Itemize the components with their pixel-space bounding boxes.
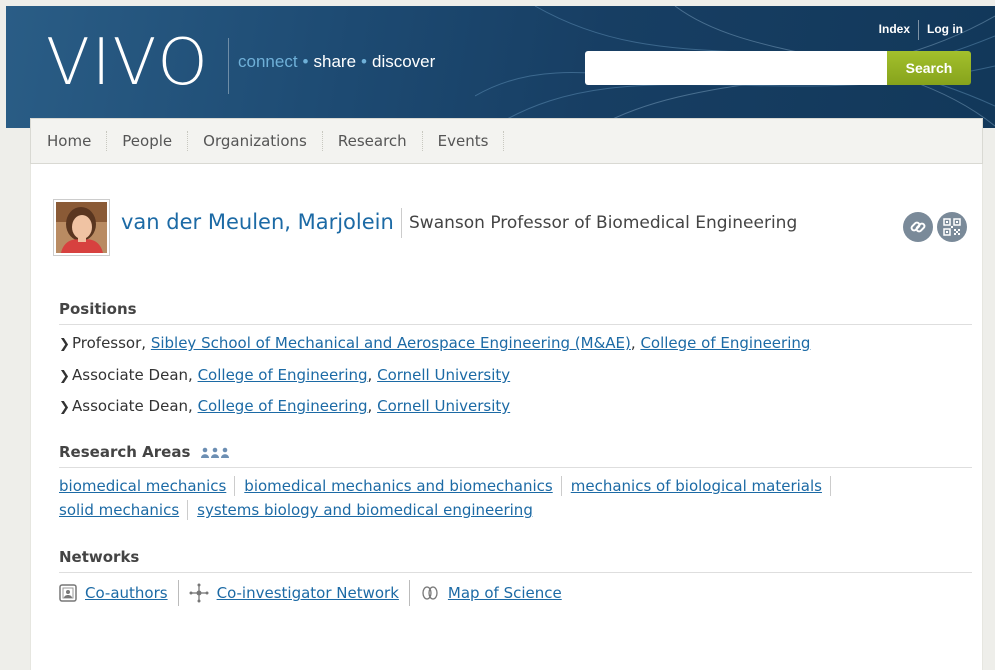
chevron-right-icon: ❯ <box>59 400 70 415</box>
logo-divider <box>228 38 229 94</box>
position-role: Professor <box>72 334 142 352</box>
search-input[interactable] <box>585 51 887 85</box>
person-name: van der Meulen, Marjolein <box>121 210 394 234</box>
chevron-right-icon: ❯ <box>59 369 70 384</box>
network-icon <box>189 583 209 603</box>
tagline-separator: • <box>302 52 309 71</box>
network-item-coauthors[interactable]: Co-authors <box>59 580 179 606</box>
position-role: Associate Dean <box>72 397 189 415</box>
profile-panel: van der Meulen, Marjolein Swanson Profes… <box>30 164 983 670</box>
person-title: Swanson Professor of Biomedical Engineer… <box>409 213 798 233</box>
site-header: VIVO connect • share • discover Index Log in … <box>6 6 995 128</box>
index-link[interactable]: Index <box>871 20 918 38</box>
search-button[interactable]: Search <box>887 51 971 85</box>
position-org-link[interactable]: Cornell University <box>377 366 510 384</box>
research-areas-list: biomedical mechanics biomedical mechanics… <box>59 476 831 496</box>
position-org-link[interactable]: College of Engineering <box>198 366 368 384</box>
people-group-icon[interactable] <box>200 447 230 459</box>
research-area-link[interactable]: biomedical mechanics <box>59 476 236 496</box>
position-org-link[interactable]: Sibley School of Mechanical and Aerospac… <box>151 334 631 352</box>
map-of-science-icon <box>422 586 438 600</box>
research-areas-list: solid mechanics systems biology and biome… <box>59 500 541 520</box>
position-org-link[interactable]: Cornell University <box>377 397 510 415</box>
qr-code-icon[interactable] <box>937 212 967 242</box>
network-item-coinvestigator[interactable]: Co-investigator Network <box>179 580 410 606</box>
top-links: Index Log in <box>871 20 971 40</box>
research-areas-title: Research Areas <box>59 443 191 461</box>
name-title-divider <box>401 208 402 238</box>
nav-item-research[interactable]: Research <box>323 131 423 151</box>
research-area-link[interactable]: biomedical mechanics and biomechanics <box>235 476 562 496</box>
tagline-share: share <box>313 52 357 71</box>
nav-item-organizations[interactable]: Organizations <box>188 131 323 151</box>
tagline: connect • share • discover <box>238 52 435 72</box>
main-nav: Home People Organizations Research Event… <box>30 118 983 164</box>
network-link[interactable]: Co-authors <box>85 584 168 602</box>
tagline-discover: discover <box>371 52 436 71</box>
positions-heading: Positions <box>59 300 972 325</box>
chevron-right-icon: ❯ <box>59 337 70 352</box>
networks-heading: Networks <box>59 548 972 573</box>
position-item: ❯ Associate Dean, College of Engineering,… <box>59 397 511 415</box>
link-icon[interactable] <box>903 212 933 242</box>
network-item-map-of-science[interactable]: Map of Science <box>410 580 572 606</box>
nav-item-home[interactable]: Home <box>31 131 108 151</box>
research-area-link[interactable]: mechanics of biological materials <box>562 476 831 496</box>
profile-photo <box>53 199 110 256</box>
networks-list: Co-authors Co-investigator Network Map o… <box>59 580 572 606</box>
tagline-connect: connect <box>238 52 298 71</box>
network-link[interactable]: Map of Science <box>448 584 562 602</box>
position-org-link[interactable]: College of Engineering <box>198 397 368 415</box>
coauthors-icon <box>59 584 77 602</box>
research-area-link[interactable]: solid mechanics <box>59 500 189 520</box>
research-area-link[interactable]: systems biology and biomedical engineeri… <box>188 500 541 520</box>
login-link[interactable]: Log in <box>919 20 971 38</box>
network-link[interactable]: Co-investigator Network <box>217 584 399 602</box>
nav-item-people[interactable]: People <box>107 131 189 151</box>
vivo-logo[interactable]: VIVO <box>46 28 210 98</box>
position-item: ❯ Associate Dean, College of Engineering,… <box>59 366 511 384</box>
position-role: Associate Dean <box>72 366 189 384</box>
position-org-link[interactable]: College of Engineering <box>640 334 810 352</box>
research-areas-heading: Research Areas <box>59 443 972 468</box>
tagline-separator: • <box>361 52 367 71</box>
position-item: ❯ Professor, Sibley School of Mechanical … <box>59 334 811 352</box>
nav-item-events[interactable]: Events <box>423 131 505 151</box>
